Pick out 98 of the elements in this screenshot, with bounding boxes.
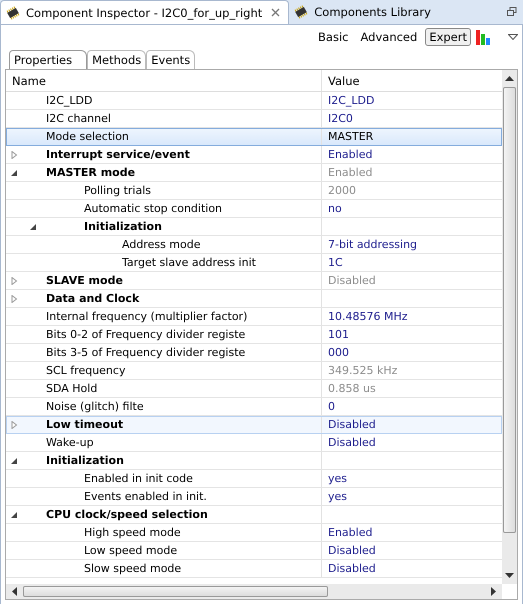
property-name: I2C_LDD <box>45 94 92 107</box>
property-value[interactable]: Disabled <box>328 544 376 557</box>
property-value[interactable]: 10.48576 MHz <box>328 310 408 323</box>
property-name: Address mode <box>121 238 200 251</box>
property-value[interactable]: yes <box>328 472 348 485</box>
property-row[interactable]: High speed mode Enabled <box>6 524 502 542</box>
property-value[interactable]: Disabled <box>328 418 376 431</box>
property-row[interactable]: Enabled in init code yes <box>6 470 502 488</box>
property-name: Interrupt service/event <box>45 148 190 161</box>
scroll-left-icon[interactable] <box>12 587 17 596</box>
property-row[interactable]: SDA Hold 0.858 us <box>6 380 502 398</box>
property-name: Data and Clock <box>45 292 140 305</box>
property-name: High speed mode <box>83 526 181 539</box>
property-name: SCL frequency <box>45 364 126 377</box>
property-name: Low timeout <box>45 418 124 431</box>
bar-chart-icon[interactable] <box>475 28 492 46</box>
expanded-arrow-icon[interactable] <box>10 168 18 176</box>
property-name: Initialization <box>83 220 162 233</box>
property-row[interactable]: Events enabled in init. yes <box>6 488 502 506</box>
expanded-arrow-icon[interactable] <box>29 222 37 230</box>
scrollbar-thumb[interactable] <box>503 87 516 533</box>
property-name: Internal frequency (multiplier factor) <box>45 310 248 323</box>
properties-tab[interactable]: Events <box>146 50 196 69</box>
property-value[interactable]: 0 <box>328 400 335 413</box>
property-row[interactable]: Bits 3-5 of Frequency divider registe 000 <box>6 344 502 362</box>
property-value[interactable]: Enabled <box>328 148 372 161</box>
mode-button[interactable]: Expert <box>425 28 471 46</box>
property-name: MASTER mode <box>45 166 136 179</box>
properties-tab[interactable]: Properties <box>9 50 88 69</box>
property-name: Low speed mode <box>83 544 178 557</box>
property-name: CPU clock/speed selection <box>45 508 208 521</box>
restore-icon[interactable] <box>507 7 517 17</box>
property-row[interactable]: MASTER mode Enabled <box>6 164 502 182</box>
property-name: Noise (glitch) filte <box>45 400 144 413</box>
property-name: Polling trials <box>83 184 152 197</box>
property-value[interactable]: 101 <box>328 328 349 341</box>
property-value[interactable]: I2C0 <box>328 112 353 125</box>
properties-tab[interactable]: Methods <box>87 50 146 69</box>
property-name: Target slave address init <box>121 256 256 269</box>
collapsed-arrow-icon[interactable] <box>10 150 18 158</box>
view-tab[interactable]: Components Library <box>289 0 439 24</box>
property-name: Initialization <box>45 454 124 467</box>
property-name: Bits 3-5 of Frequency divider registe <box>45 346 246 359</box>
property-row[interactable]: Mode selection MASTER <box>6 128 502 146</box>
collapsed-arrow-icon[interactable] <box>10 276 18 284</box>
property-value[interactable]: Enabled <box>328 526 372 539</box>
property-value[interactable]: 1C <box>328 256 343 269</box>
close-icon[interactable] <box>271 8 280 17</box>
view-tab[interactable]: Component Inspector - I2C0_for_up_right <box>0 0 290 24</box>
property-row[interactable]: Initialization <box>6 218 502 236</box>
property-row[interactable]: Automatic stop condition no <box>6 200 502 218</box>
expanded-arrow-icon[interactable] <box>10 510 18 518</box>
property-name: Bits 0-2 of Frequency divider registe <box>45 328 246 341</box>
property-row[interactable]: Address mode 7-bit addressing <box>6 236 502 254</box>
property-value[interactable]: Disabled <box>328 436 376 449</box>
property-name: I2C channel <box>45 112 111 125</box>
scrollbar-thumb[interactable] <box>23 586 328 597</box>
property-row[interactable]: Interrupt service/event Enabled <box>6 146 502 164</box>
property-value[interactable]: MASTER <box>328 130 374 143</box>
property-value[interactable]: Disabled <box>328 562 376 575</box>
property-name: Events enabled in init. <box>83 490 207 503</box>
property-value[interactable]: 7-bit addressing <box>328 238 418 251</box>
mode-button[interactable]: Advanced <box>356 28 422 46</box>
property-name: SDA Hold <box>45 382 98 395</box>
collapsed-arrow-icon[interactable] <box>10 420 18 428</box>
property-row[interactable]: SCL frequency 349.525 kHz <box>6 362 502 380</box>
property-name: Automatic stop condition <box>83 202 222 215</box>
property-name: Enabled in init code <box>83 472 193 485</box>
mode-button[interactable]: Basic <box>314 28 352 46</box>
property-name: Wake-up <box>45 436 94 449</box>
property-row[interactable]: Initialization <box>6 452 502 470</box>
property-row[interactable]: Bits 0-2 of Frequency divider registe 101 <box>6 326 502 344</box>
column-header[interactable]: Value <box>322 70 502 91</box>
scroll-right-icon[interactable] <box>491 587 496 596</box>
property-name: SLAVE mode <box>45 274 123 287</box>
expanded-arrow-icon[interactable] <box>10 456 18 464</box>
property-name: Slow speed mode <box>83 562 182 575</box>
property-row[interactable]: Low speed mode Disabled <box>6 542 502 560</box>
property-row[interactable]: I2C_LDD I2C_LDD <box>6 92 502 110</box>
collapsed-arrow-icon[interactable] <box>10 294 18 302</box>
property-row[interactable]: Internal frequency (multiplier factor) 10.48576 MHz <box>6 308 502 326</box>
property-row[interactable]: Target slave address init 1C <box>6 254 502 272</box>
scroll-down-icon[interactable] <box>505 573 514 578</box>
property-row[interactable]: Wake-up Disabled <box>6 434 502 452</box>
property-row[interactable]: CPU clock/speed selection <box>6 506 502 524</box>
column-header[interactable]: Name <box>6 70 322 91</box>
scroll-up-icon[interactable] <box>505 76 514 81</box>
property-row[interactable]: SLAVE mode Disabled <box>6 272 502 290</box>
property-row[interactable]: Slow speed mode Disabled <box>6 560 502 578</box>
property-name: Mode selection <box>45 130 129 143</box>
property-value[interactable]: no <box>328 202 342 215</box>
property-value[interactable]: I2C_LDD <box>328 94 374 107</box>
property-value[interactable]: 000 <box>328 346 349 359</box>
property-row[interactable]: Low timeout Disabled <box>6 416 502 434</box>
property-row[interactable]: Data and Clock <box>6 290 502 308</box>
view-menu-icon[interactable] <box>508 34 518 40</box>
property-row[interactable]: Polling trials 2000 <box>6 182 502 200</box>
property-value[interactable]: yes <box>328 490 348 503</box>
